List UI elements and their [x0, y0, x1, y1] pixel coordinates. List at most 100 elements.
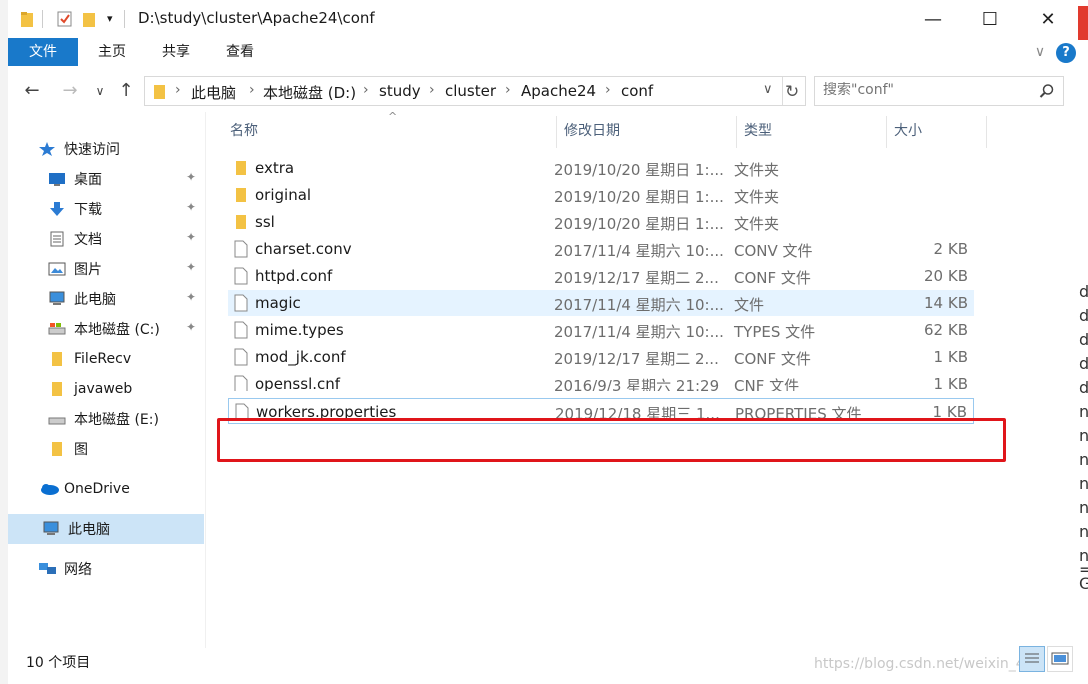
sidebar-item-label: javaweb — [74, 381, 133, 397]
column-header-name[interactable]: 名称 — [230, 118, 258, 150]
column-header-date[interactable]: 修改日期 — [564, 118, 620, 150]
breadcrumb-separator[interactable]: › — [363, 82, 369, 98]
toolbar-divider — [124, 10, 125, 28]
up-button[interactable]: ↑ — [114, 80, 138, 102]
file-row-ssl[interactable]: ssl 2019/10/20 星期日 1:... 文件夹 — [228, 209, 974, 235]
file-row-magic[interactable]: magic 2017/11/4 星期六 10:... 文件 14 KB — [228, 290, 974, 316]
sidebar-item-this-pc-pinned[interactable]: 此电脑 — [48, 286, 116, 312]
ribbon-tabs: 文件 主页 共享 查看 ∨ ? — [8, 38, 1078, 68]
column-divider[interactable] — [736, 116, 737, 148]
pin-icon[interactable]: ✦ — [186, 230, 196, 244]
sidebar-item-desktop[interactable]: 桌面 — [48, 166, 102, 192]
address-bar[interactable]: › 此电脑 › 本地磁盘 (D:) › study › cluster › Ap… — [144, 76, 806, 106]
file-row-charset-conv[interactable]: charset.conv 2017/11/4 星期六 10:... CONV 文… — [228, 236, 974, 262]
new-folder-icon[interactable] — [82, 10, 98, 28]
tab-home[interactable]: 主页 — [92, 38, 132, 66]
search-input[interactable] — [823, 82, 1033, 98]
column-divider[interactable] — [886, 116, 887, 148]
star-icon — [38, 141, 56, 157]
search-icon[interactable] — [1039, 83, 1055, 103]
refresh-button[interactable]: ↻ — [785, 82, 799, 102]
sidebar-item-javaweb[interactable]: javaweb — [48, 376, 132, 402]
file-type: CONF 文件 — [734, 269, 811, 287]
file-name: openssl.cnf — [255, 375, 341, 391]
customize-quick-access-icon[interactable]: ▾ — [107, 12, 113, 30]
breadcrumb-cluster[interactable]: cluster — [445, 82, 496, 100]
breadcrumb-study[interactable]: study — [379, 82, 421, 100]
file-row-openssl-cnf[interactable]: openssl.cnf 2016/9/3 星期六 21:29 CNF 文件 1 … — [228, 371, 974, 391]
sidebar-item-this-pc[interactable]: 此电脑 — [8, 514, 204, 544]
breadcrumb-drive-d[interactable]: 本地磁盘 (D:) — [263, 82, 356, 103]
expand-ribbon-icon[interactable]: ∨ — [1028, 38, 1052, 66]
column-divider[interactable] — [556, 116, 557, 148]
background-char: n — [1079, 474, 1088, 493]
sidebar-item-downloads[interactable]: 下载 — [48, 196, 102, 222]
navigation-pane: 快速访问 桌面 ✦ 下载 ✦ 文档 ✦ 图片 ✦ 此电脑 ✦ 本地磁盘 (C:) — [8, 112, 206, 648]
breadcrumb-separator[interactable]: › — [249, 82, 255, 98]
file-size: 2 KB — [933, 240, 968, 258]
tab-file[interactable]: 文件 — [8, 38, 78, 66]
annotation-highlight-box — [217, 418, 1006, 462]
file-type: TYPES 文件 — [734, 323, 816, 341]
breadcrumb-apache24[interactable]: Apache24 — [521, 82, 596, 100]
navigation-bar: ← → ∨ ↑ › 此电脑 › 本地磁盘 (D:) › study › clus… — [8, 72, 1078, 110]
breadcrumb-separator[interactable]: › — [429, 82, 435, 98]
pin-icon[interactable]: ✦ — [186, 320, 196, 334]
breadcrumb-separator[interactable]: › — [605, 82, 611, 98]
sidebar-item-network[interactable]: 网络 — [38, 556, 92, 582]
file-name: charset.conv — [255, 240, 352, 258]
help-icon[interactable]: ? — [1056, 43, 1076, 63]
details-view-button[interactable] — [1019, 646, 1045, 672]
column-header-type[interactable]: 类型 — [744, 118, 772, 150]
sidebar-item-quick-access[interactable]: 快速访问 — [38, 136, 120, 162]
tab-share[interactable]: 共享 — [156, 38, 196, 66]
tab-view[interactable]: 查看 — [220, 38, 260, 66]
background-red-badge — [1078, 6, 1088, 40]
pin-icon[interactable]: ✦ — [186, 260, 196, 274]
file-row-httpd-conf[interactable]: httpd.conf 2019/12/17 星期二 2... CONF 文件 2… — [228, 263, 974, 289]
pin-icon[interactable]: ✦ — [186, 170, 196, 184]
sidebar-item-onedrive[interactable]: OneDrive — [38, 476, 130, 502]
breadcrumb-conf[interactable]: conf — [621, 82, 653, 100]
background-char: d — [1079, 354, 1088, 373]
file-icon — [234, 240, 248, 258]
background-char: n — [1079, 450, 1088, 469]
file-name: extra — [255, 159, 295, 177]
pin-icon[interactable]: ✦ — [186, 200, 196, 214]
address-dropdown-icon[interactable]: ∨ — [763, 82, 773, 97]
back-button[interactable]: ← — [20, 80, 44, 102]
recent-locations-button[interactable]: ∨ — [88, 80, 112, 102]
folder-icon — [48, 381, 66, 397]
breadcrumb-this-pc[interactable]: 此电脑 — [191, 82, 236, 103]
maximize-button[interactable]: ☐ — [960, 0, 1020, 38]
file-row-mime-types[interactable]: mime.types 2017/11/4 星期六 10:... TYPES 文件… — [228, 317, 974, 343]
file-name: mod_jk.conf — [255, 348, 346, 366]
sidebar-item-label: 桌面 — [74, 172, 102, 188]
file-type: 文件夹 — [734, 188, 780, 206]
breadcrumb-separator[interactable]: › — [505, 82, 511, 98]
column-header-size[interactable]: 大小 — [894, 118, 922, 150]
minimize-button[interactable]: — — [903, 0, 963, 38]
sidebar-item-tu[interactable]: 图 — [48, 436, 88, 462]
watermark-text: https://blog.csdn.net/weixin_4 — [814, 656, 1025, 672]
pin-icon[interactable]: ✦ — [186, 290, 196, 304]
sidebar-item-drive-c[interactable]: 本地磁盘 (C:) — [48, 316, 160, 342]
sidebar-item-drive-e[interactable]: 本地磁盘 (E:) — [48, 406, 159, 432]
sidebar-item-label: OneDrive — [64, 481, 130, 497]
sidebar-item-pictures[interactable]: 图片 — [48, 256, 102, 282]
pane-divider[interactable] — [205, 112, 206, 648]
properties-icon[interactable] — [56, 10, 74, 28]
large-icons-view-button[interactable] — [1047, 646, 1073, 672]
desktop-icon — [48, 171, 66, 187]
file-row-original[interactable]: original 2019/10/20 星期日 1:... 文件夹 — [228, 182, 974, 208]
sidebar-item-documents[interactable]: 文档 — [48, 226, 102, 252]
background-char: d — [1079, 330, 1088, 349]
sidebar-item-filerecv[interactable]: FileRecv — [48, 346, 131, 372]
forward-button[interactable]: → — [58, 80, 82, 102]
file-row-extra[interactable]: extra 2019/10/20 星期日 1:... 文件夹 — [228, 155, 974, 181]
column-divider[interactable] — [986, 116, 987, 148]
sidebar-item-label: 本地磁盘 (E:) — [74, 412, 159, 428]
close-button[interactable]: ✕ — [1018, 0, 1078, 38]
file-row-mod-jk-conf[interactable]: mod_jk.conf 2019/12/17 星期二 2... CONF 文件 … — [228, 344, 974, 370]
search-box[interactable] — [814, 76, 1064, 106]
